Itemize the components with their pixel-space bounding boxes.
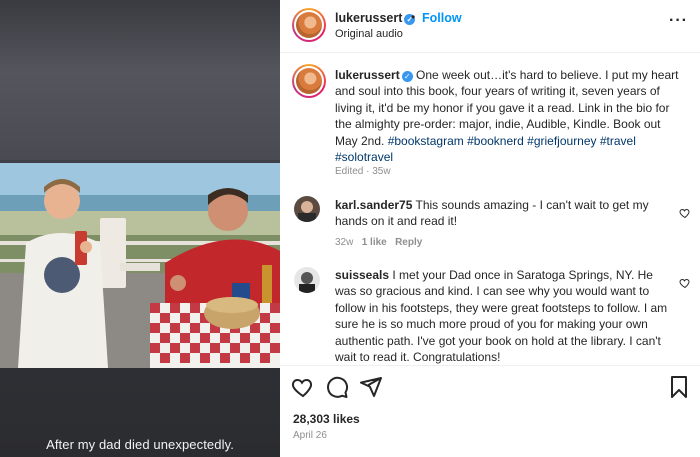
comment-text: I met your Dad once in Saratoga Springs,… [335, 268, 668, 365]
post-date[interactable]: April 26 [293, 430, 327, 441]
hashtag[interactable]: #griefjourney [527, 134, 596, 148]
hashtag[interactable]: #bookstagram [388, 134, 464, 148]
commenter-avatar[interactable] [294, 196, 320, 222]
post-photo [0, 163, 280, 368]
post-actions: 28,303 likes April 26 [280, 365, 700, 457]
comments-scroll[interactable]: lukerussert ✓ One week out…it's hard to b… [280, 54, 700, 365]
caption-meta: Edited · 35w [335, 166, 391, 177]
comment-time: 32w [335, 237, 354, 248]
more-options-icon[interactable]: ··· [669, 12, 688, 30]
comment-bubble-icon[interactable] [325, 375, 349, 399]
separator-dot: • [411, 10, 416, 24]
like-heart-icon[interactable] [291, 375, 315, 399]
likes-count[interactable]: 28,303 likes [293, 412, 360, 426]
comment-username[interactable]: suisseals [335, 268, 389, 282]
comment-meta: 32w 1 like Reply [335, 237, 422, 248]
save-bookmark-icon[interactable] [667, 375, 691, 399]
comment-item: suisseals I met your Dad once in Saratog… [335, 267, 675, 365]
post-header: lukerussert ✓ • Follow Original audio ··· [280, 0, 700, 53]
post-detail-panel: lukerussert ✓ • Follow Original audio ···… [280, 0, 700, 457]
video-caption: After my dad died unexpectedly. [46, 437, 234, 452]
like-comment-heart-icon[interactable] [679, 207, 691, 219]
post-caption: lukerussert ✓ One week out…it's hard to b… [335, 67, 685, 165]
author-avatar[interactable] [292, 8, 326, 42]
hashtag[interactable]: #solotravel [335, 150, 393, 164]
hashtag[interactable]: #booknerd [467, 134, 524, 148]
caption-author-avatar[interactable] [292, 64, 326, 98]
audio-label[interactable]: Original audio [335, 28, 403, 40]
commenter-avatar[interactable] [294, 267, 320, 293]
verified-badge-icon: ✓ [401, 71, 413, 82]
comment-username[interactable]: karl.sander75 [335, 198, 412, 212]
reply-button[interactable]: Reply [395, 237, 422, 248]
follow-button[interactable]: Follow [422, 11, 462, 25]
hashtag[interactable]: #travel [600, 134, 636, 148]
share-send-icon[interactable] [359, 375, 383, 399]
comment-item: karl.sander75 This sounds amazing - I ca… [335, 197, 675, 230]
media-blur-top [0, 0, 280, 160]
like-comment-heart-icon[interactable] [679, 277, 691, 289]
comment-likes[interactable]: 1 like [362, 237, 387, 248]
post-media[interactable]: After my dad died unexpectedly. [0, 0, 280, 457]
caption-author[interactable]: lukerussert [335, 68, 400, 82]
author-username[interactable]: lukerussert ✓ [335, 11, 416, 25]
